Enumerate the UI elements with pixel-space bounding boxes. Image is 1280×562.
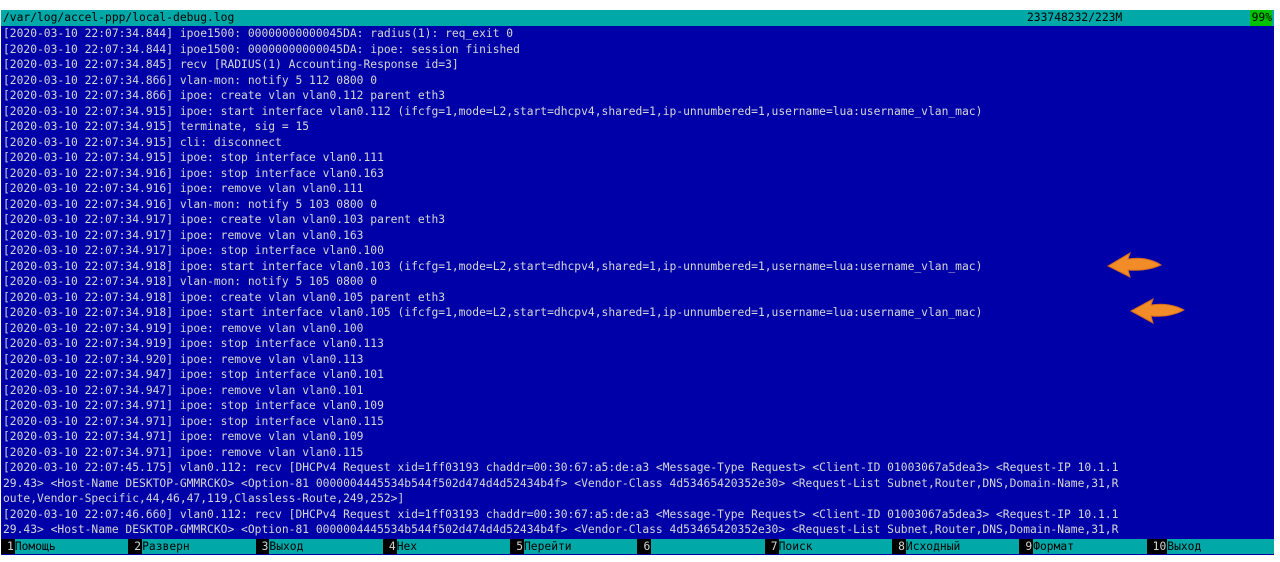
log-line: [2020-03-10 22:07:34.915] ipoe: start in… — [3, 104, 983, 118]
log-line: [2020-03-10 22:07:34.917] ipoe: create v… — [3, 213, 446, 226]
function-key-number: 4 — [382, 539, 397, 554]
terminal-window: /var/log/accel-ppp/local-debug.log 23374… — [1, 10, 1274, 555]
function-key-f5[interactable]: 5 Перейти — [510, 539, 638, 554]
log-line: [2020-03-10 22:07:34.915] terminate, sig… — [3, 120, 310, 133]
log-line: [2020-03-10 22:07:34.971] ipoe: stop int… — [3, 414, 384, 428]
log-line: [2020-03-10 22:07:34.915] ipoe: stop int… — [3, 151, 384, 164]
log-line: [2020-03-10 22:07:34.918] ipoe: create v… — [3, 290, 446, 304]
log-line: 29.43> <Host-Name DESKTOP-GMMRCKO> <Opti… — [3, 476, 1119, 490]
log-line: [2020-03-10 22:07:34.917] ipoe: stop int… — [3, 244, 384, 257]
log-content[interactable]: [2020-03-10 22:07:34.844] ipoe1500: 0000… — [3, 26, 1274, 538]
function-key-label: Поиск — [778, 539, 893, 554]
function-key-number: 10 — [1146, 539, 1168, 554]
file-size: 233748232/223M — [1027, 11, 1123, 24]
log-line: [2020-03-10 22:07:34.947] ipoe: stop int… — [3, 368, 384, 381]
function-key-label: Исходный — [905, 539, 1020, 554]
function-key-number: 8 — [892, 539, 906, 554]
function-key-f9[interactable]: 9 Формат — [1019, 539, 1147, 554]
log-line: [2020-03-10 22:07:34.919] ipoe: stop int… — [3, 337, 384, 350]
log-line: oute,Vendor-Specific,44,46,47,119,Classl… — [3, 492, 405, 505]
orange-arrow-icon — [1106, 251, 1163, 278]
log-line: [2020-03-10 22:07:34.919] ipoe: remove v… — [3, 321, 364, 335]
function-key-label: Выход — [269, 539, 383, 554]
log-line: [2020-03-10 22:07:34.866] vlan-mon: noti… — [3, 73, 378, 87]
function-key-number: 7 — [764, 539, 779, 554]
log-line: [2020-03-10 22:07:34.844] ipoe1500: 0000… — [3, 27, 514, 40]
file-path: /var/log/accel-ppp/local-debug.log — [3, 11, 235, 24]
function-key-f3[interactable]: 3 Выход — [255, 539, 383, 554]
log-line: [2020-03-10 22:07:34.916] vlan-mon: noti… — [3, 197, 378, 211]
function-key-number: 2 — [128, 539, 143, 554]
function-key-label: Hex — [396, 539, 511, 554]
function-key-f10[interactable]: 10 Выход — [1146, 539, 1274, 554]
screenshot-frame: /var/log/accel-ppp/local-debug.log 23374… — [0, 0, 1280, 562]
log-line: [2020-03-10 22:07:34.971] ipoe: stop int… — [3, 399, 384, 412]
log-line: [2020-03-10 22:07:45.175] vlan0.112: rec… — [3, 461, 1119, 474]
function-key-label: Помощь — [14, 539, 129, 554]
log-line: [2020-03-10 22:07:34.971] ipoe: remove v… — [3, 445, 364, 459]
function-key-f4[interactable]: 4 Hex — [382, 539, 511, 554]
function-key-number: 3 — [255, 539, 270, 554]
log-line: [2020-03-10 22:07:34.916] ipoe: remove v… — [3, 182, 364, 195]
orange-arrow-icon — [1129, 297, 1186, 325]
function-key-label: Перейти — [524, 539, 638, 554]
log-line: [2020-03-10 22:07:34.918] ipoe: start in… — [3, 306, 983, 319]
function-key-f6[interactable]: 6 — [637, 539, 765, 554]
function-key-number: 6 — [637, 539, 652, 554]
function-key-f1[interactable]: 1 Помощь — [1, 539, 129, 554]
log-line: 29.43> <Host-Name DESKTOP-GMMRCKO> <Opti… — [3, 523, 1119, 536]
function-key-label: Разверн — [142, 539, 256, 554]
log-line: [2020-03-10 22:07:34.845] recv [RADIUS(1… — [3, 58, 459, 71]
function-key-label: Выход — [1167, 539, 1274, 554]
log-line: [2020-03-10 22:07:34.916] ipoe: stop int… — [3, 166, 384, 180]
log-line: [2020-03-10 22:07:34.844] ipoe1500: 0000… — [3, 42, 520, 56]
function-key-f7[interactable]: 7 Поиск — [764, 539, 893, 554]
function-key-label: Формат — [1033, 539, 1147, 554]
log-line: [2020-03-10 22:07:34.915] cli: disconnec… — [3, 135, 282, 149]
function-key-label — [651, 539, 765, 554]
scroll-percent: 99% — [1249, 10, 1272, 26]
function-key-bar: 1 Помощь 2 Разверн 3 Выход 4 Hex 5 Перейти 6 7 Поиск… — [1, 539, 1274, 554]
log-line: [2020-03-10 22:07:34.918] ipoe: start in… — [3, 259, 983, 273]
function-key-f8[interactable]: 8 Исходный — [892, 539, 1020, 554]
viewer-title-bar: /var/log/accel-ppp/local-debug.log 23374… — [1, 10, 1274, 26]
function-key-number: 5 — [510, 539, 524, 554]
log-line: [2020-03-10 22:07:34.971] ipoe: remove v… — [3, 430, 364, 443]
function-key-number: 1 — [1, 539, 15, 554]
log-line: [2020-03-10 22:07:34.917] ipoe: remove v… — [3, 228, 364, 242]
log-line: [2020-03-10 22:07:34.947] ipoe: remove v… — [3, 383, 364, 397]
function-key-number: 9 — [1019, 539, 1034, 554]
log-line: [2020-03-10 22:07:34.920] ipoe: remove v… — [3, 352, 364, 366]
log-line: [2020-03-10 22:07:46.660] vlan0.112: rec… — [3, 507, 1119, 521]
log-line: [2020-03-10 22:07:34.866] ipoe: create v… — [3, 89, 446, 102]
log-line: [2020-03-10 22:07:34.918] vlan-mon: noti… — [3, 275, 378, 288]
function-key-f2[interactable]: 2 Разверн — [128, 539, 256, 554]
